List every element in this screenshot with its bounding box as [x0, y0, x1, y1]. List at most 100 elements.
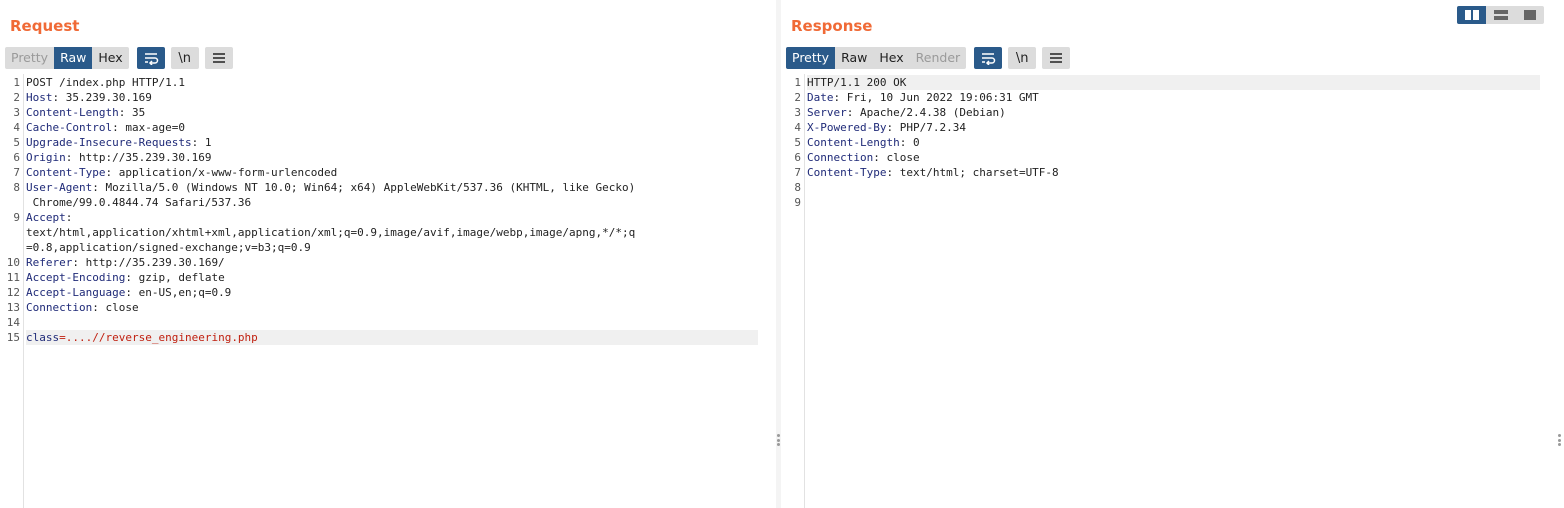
header-separator: :: [191, 136, 205, 149]
line-text: Content-Length: 35: [26, 105, 758, 120]
header-value: 35: [131, 106, 146, 119]
wrapped-line-text: Chrome/99.0.4844.74 Safari/537.36: [26, 196, 252, 209]
tab-raw[interactable]: Raw: [835, 47, 873, 69]
response-menu-button[interactable]: [1042, 47, 1071, 69]
header-value: 35.239.30.169: [65, 91, 152, 104]
wrapped-line-text: text/html,application/xhtml+xml,applicat…: [26, 226, 636, 239]
code-line: 4 Cache-Control: max-age=0: [13, 120, 758, 135]
header-name: Connection: [26, 301, 93, 314]
line-number: 3: [13, 106, 20, 119]
header-value: gzip, deflate: [138, 271, 225, 284]
response-editor[interactable]: 1 HTTP/1.1 200 OK 2 Date: Fri, 10 Jun 2022 …: [785, 74, 1548, 508]
code-line: 9​: [794, 195, 1540, 210]
line-number: 5: [13, 136, 20, 149]
tab-render[interactable]: Render: [910, 47, 967, 69]
header-separator: :: [118, 106, 132, 119]
tab-raw[interactable]: Raw: [54, 47, 93, 69]
header-separator: :: [52, 91, 66, 104]
response-panel: Response Pretty Raw Hex Render \n 1 HTTP/1.1…: [781, 0, 1556, 508]
tab-hex[interactable]: Hex: [92, 47, 128, 69]
header-name: Origin: [26, 151, 66, 164]
header-separator: :: [886, 121, 900, 134]
tab-pretty[interactable]: Pretty: [786, 47, 836, 69]
header-name: X-Powered-By: [807, 121, 887, 134]
line-text: ​: [807, 195, 1540, 210]
line-number: 8: [794, 181, 801, 194]
code-line: 7 Content-Type: application/x-www-form-ur…: [13, 165, 758, 180]
code-line: 2 Host: 35.239.30.169: [13, 90, 758, 105]
header-separator: :: [899, 136, 913, 149]
response-title: Response: [791, 17, 873, 35]
request-content: 1 POST /index.php HTTP/1.1 2 Host: 35.239.3…: [7, 75, 758, 345]
line-number: 4: [13, 121, 20, 134]
show-newlines-button[interactable]: \n: [1008, 47, 1037, 69]
code-line: 11 Accept-Encoding: gzip, deflate: [7, 270, 758, 285]
header-value: text/html; charset=UTF-8: [899, 166, 1059, 179]
header-separator: :: [846, 106, 860, 119]
code-line: 3 Server: Apache/2.4.38 (Debian): [794, 105, 1540, 120]
header-name: Date: [807, 91, 834, 104]
line-number: 10: [6, 256, 20, 269]
split-rows-button[interactable]: [1486, 6, 1515, 24]
header-value: application/x-www-form-urlencoded: [118, 166, 338, 179]
line-number: 4: [794, 121, 801, 134]
code-line: 8​: [794, 180, 1540, 195]
request-title: Request: [10, 17, 80, 35]
header-value: PHP/7.2.34: [899, 121, 966, 134]
layout-switch: [1457, 6, 1544, 24]
line-text: Origin: http://35.239.30.169: [26, 150, 758, 165]
header-separator: :: [92, 301, 106, 314]
line-text: Accept:: [26, 210, 758, 225]
line-number: 9: [794, 196, 801, 209]
code-line: 15 class=....//reverse_engineering.php: [7, 330, 758, 345]
header-value: Mozilla/5.0 (Windows NT 10.0; Win64; x64…: [105, 181, 636, 194]
newline-icon: \n: [1015, 50, 1029, 66]
tab-hex[interactable]: Hex: [873, 47, 909, 69]
request-editor[interactable]: 1 POST /index.php HTTP/1.1 2 Host: 35.239.3…: [4, 74, 766, 508]
line-number: 6: [13, 151, 20, 164]
header-value: Apache/2.4.38 (Debian): [860, 106, 1006, 119]
header-separator: :: [65, 151, 79, 164]
line-text: POST /index.php HTTP/1.1: [26, 75, 758, 90]
line-text: Content-Type: application/x-www-form-url…: [26, 165, 758, 180]
line-content: HTTP/1.1 200 OK: [807, 76, 907, 89]
header-separator: :: [125, 271, 139, 284]
tab-pretty[interactable]: Pretty: [5, 47, 54, 69]
request-panel: Request Pretty Raw Hex \n 1 POST /index.php…: [0, 0, 776, 508]
header-name: Content-Length: [807, 136, 900, 149]
code-line: 3 Content-Length: 35: [13, 105, 758, 120]
resize-handle-icon[interactable]: [777, 434, 780, 446]
split-columns-button[interactable]: [1457, 6, 1486, 24]
line-number: 7: [794, 166, 801, 179]
wrap-lines-button[interactable]: [974, 47, 1003, 69]
header-value: max-age=0: [125, 121, 185, 134]
line-number: 3: [794, 106, 801, 119]
response-content: 1 HTTP/1.1 200 OK 2 Date: Fri, 10 Jun 2022 …: [794, 75, 1540, 210]
line-text: Upgrade-Insecure-Requests: 1: [26, 135, 758, 150]
header-name: Connection: [807, 151, 874, 164]
show-newlines-button[interactable]: \n: [170, 47, 199, 69]
line-text: X-Powered-By: PHP/7.2.34: [807, 120, 1540, 135]
resize-handle-icon[interactable]: [1558, 434, 1561, 446]
param-equals: =: [59, 331, 66, 344]
line-content: POST /index.php HTTP/1.1: [26, 76, 185, 89]
line-number: 7: [13, 166, 20, 179]
wrap-lines-button[interactable]: [136, 47, 165, 69]
header-value: 0: [912, 136, 920, 149]
request-menu-button[interactable]: [204, 47, 233, 69]
line-text: Date: Fri, 10 Jun 2022 19:06:31 GMT: [807, 90, 1540, 105]
single-pane-button[interactable]: [1515, 6, 1544, 24]
header-name: Host: [26, 91, 53, 104]
split-columns-icon: [1464, 10, 1479, 20]
code-line: 12 Accept-Language: en-US,en;q=0.9: [7, 285, 758, 300]
request-toolbar: Pretty Raw Hex \n: [5, 47, 233, 69]
line-text: Accept-Language: en-US,en;q=0.9: [26, 285, 758, 300]
hamburger-icon: [212, 53, 225, 63]
line-text: ​: [26, 315, 758, 330]
header-name: Accept: [26, 211, 66, 224]
header-separator: :: [112, 121, 126, 134]
code-line: 6 Origin: http://35.239.30.169: [13, 150, 758, 165]
line-number: 2: [794, 91, 801, 104]
wrap-lines-icon: [982, 53, 996, 65]
header-name: Server: [807, 106, 847, 119]
